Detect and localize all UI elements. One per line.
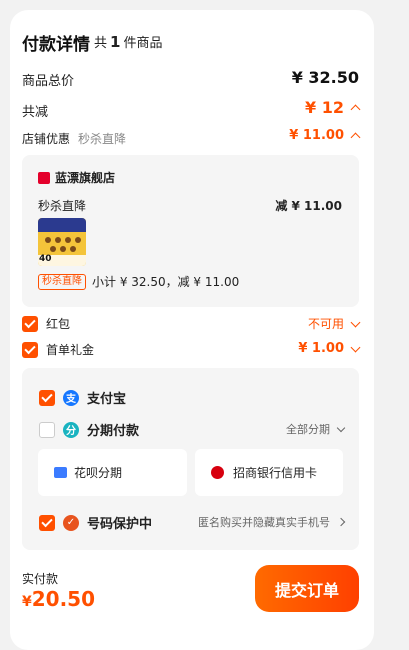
huabei-icon xyxy=(54,467,67,478)
product-thumbnail[interactable]: 40 xyxy=(38,218,86,266)
paid-amount: ¥20.50 xyxy=(22,587,96,611)
discount-value: ¥ 12 xyxy=(305,98,344,117)
discount-label: 共减 xyxy=(22,105,49,120)
shop-discount-type: 秒杀直降 xyxy=(78,132,127,146)
page-title: 付款详情 xyxy=(22,35,90,55)
shop-discount-label: 店铺优惠 xyxy=(22,132,71,146)
huabei-installment-button[interactable]: 花呗分期 xyxy=(38,449,187,496)
alipay-label: 支付宝 xyxy=(87,392,127,407)
chevron-right-icon xyxy=(336,517,346,527)
cmb-credit-card-button[interactable]: 招商银行信用卡 xyxy=(195,449,343,496)
chevron-down-icon xyxy=(350,317,361,327)
shop-discount-row: 店铺优惠 秒杀直降 xyxy=(22,130,126,147)
first-order-toggle[interactable]: ¥ 1.00 xyxy=(298,341,361,356)
red-packet-checkbox[interactable] xyxy=(22,315,38,332)
red-packet-value: 不可用 xyxy=(307,317,344,331)
chevron-up-icon xyxy=(350,104,361,115)
privacy-detail-link[interactable]: 匿名购买并隐藏真实手机号 xyxy=(198,514,346,530)
store-logo-icon xyxy=(38,171,50,184)
shield-icon: ✓ xyxy=(63,514,79,531)
installment-label: 分期付款 xyxy=(87,424,140,439)
shop-name: 蓝漂旗舰店 xyxy=(55,171,116,185)
privacy-value: 匿名购买并隐藏真实手机号 xyxy=(198,516,330,529)
red-packet-label: 红包 xyxy=(46,317,71,331)
alipay-icon: 支 xyxy=(63,389,79,406)
privacy-checkbox[interactable] xyxy=(39,514,55,531)
chevron-down-icon xyxy=(350,342,361,352)
first-order-value: ¥ 1.00 xyxy=(298,341,344,356)
first-order-label: 首单礼金 xyxy=(46,343,95,357)
first-order-row[interactable]: 首单礼金 xyxy=(22,341,94,358)
alipay-option[interactable]: 支 支付宝 xyxy=(39,388,126,407)
cmb-label: 招商银行信用卡 xyxy=(233,466,318,480)
installment-value: 全部分期 xyxy=(286,423,330,436)
privacy-label: 号码保护中 xyxy=(87,517,153,532)
promo-label: 秒杀直降 xyxy=(38,199,87,213)
product-badge: 40 xyxy=(39,254,52,264)
promo-value: 减 ¥ 11.00 xyxy=(275,199,342,213)
shop-discount-value: ¥ 11.00 xyxy=(289,128,344,143)
paid-label: 实付款 xyxy=(22,572,59,586)
installment-option[interactable]: 分 分期付款 xyxy=(39,420,139,439)
promo-tag: 秒杀直降 xyxy=(38,273,86,290)
subtotal-text: 小计 ¥ 32.50，减 ¥ 11.00 xyxy=(92,275,240,289)
red-packet-row[interactable]: 红包 xyxy=(22,315,70,332)
installment-checkbox[interactable] xyxy=(39,421,55,438)
huabei-label: 花呗分期 xyxy=(74,466,123,480)
red-packet-toggle[interactable]: 不可用 xyxy=(307,315,361,332)
alipay-checkbox[interactable] xyxy=(39,389,55,406)
first-order-checkbox[interactable] xyxy=(22,341,38,358)
total-price-label: 商品总价 xyxy=(22,74,75,89)
privacy-option[interactable]: ✓ 号码保护中 xyxy=(39,513,152,532)
shop-discount-toggle[interactable]: ¥ 11.00 xyxy=(289,128,361,143)
chevron-up-icon xyxy=(350,132,361,143)
installment-selector[interactable]: 全部分期 xyxy=(286,421,346,437)
item-count: 共 1 件商品 xyxy=(94,33,163,51)
payment-details-card: 付款详情 共 1 件商品 商品总价 ¥ 32.50 共减 ¥ 12 店铺优惠 秒杀直… xyxy=(10,10,374,650)
total-price-value: ¥ 32.50 xyxy=(291,68,359,87)
cmb-bank-icon xyxy=(211,466,224,479)
discount-toggle[interactable]: ¥ 12 xyxy=(305,98,361,117)
shop-header[interactable]: 蓝漂旗舰店 xyxy=(38,169,115,186)
submit-order-button[interactable]: 提交订单 xyxy=(255,565,359,612)
installment-icon: 分 xyxy=(63,421,79,438)
chevron-down-icon xyxy=(336,423,346,432)
subtotal-row: 秒杀直降 小计 ¥ 32.50，减 ¥ 11.00 xyxy=(38,273,239,290)
